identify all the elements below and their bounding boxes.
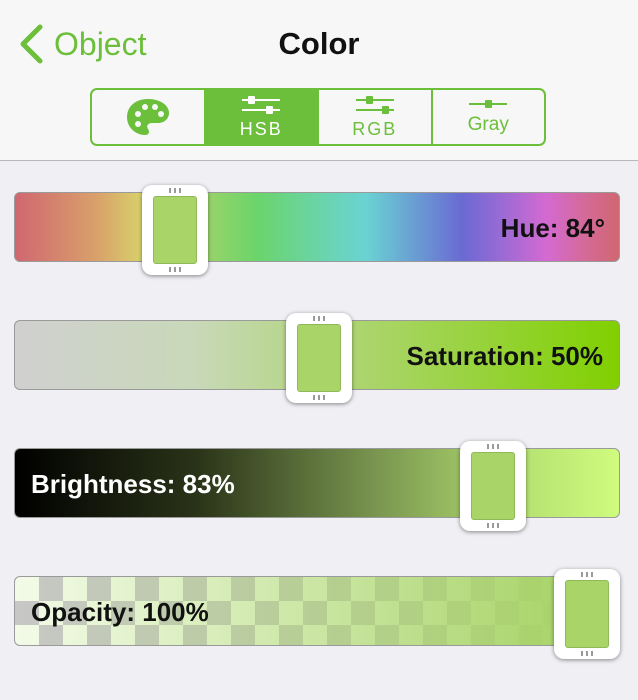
grip-icon	[487, 523, 499, 528]
segment-rgb[interactable]: RGB	[319, 90, 433, 144]
segment-palette[interactable]	[92, 90, 206, 144]
hue-slider[interactable]: Hue: 84°	[14, 192, 620, 262]
segment-hsb-label: HSB	[239, 118, 283, 139]
color-swatch	[153, 196, 197, 264]
page-title: Color	[278, 26, 360, 61]
grip-icon	[487, 444, 499, 449]
segment-rgb-label: RGB	[352, 118, 398, 139]
navigation-bar: Object Color HSB RGB Gray	[0, 0, 638, 161]
opacity-label: Opacity: 100%	[31, 597, 209, 627]
segment-hsb[interactable]: HSB	[205, 90, 319, 144]
color-swatch	[471, 452, 515, 520]
opacity-slider[interactable]: Opacity: 100%	[14, 576, 620, 646]
palette-icon	[126, 99, 169, 135]
color-swatch	[297, 324, 341, 392]
segment-gray[interactable]: Gray	[433, 90, 545, 144]
hue-slider-thumb[interactable]	[142, 185, 208, 275]
gray-slider-icon	[469, 100, 508, 108]
color-mode-segmented-control: HSB RGB Gray	[90, 88, 546, 146]
saturation-label: Saturation: 50%	[406, 341, 604, 371]
brightness-slider-thumb[interactable]	[460, 441, 526, 531]
grip-icon	[169, 267, 181, 272]
grip-icon	[313, 395, 325, 400]
grip-icon	[169, 188, 181, 193]
brightness-label: Brightness: 83%	[31, 469, 235, 499]
rgb-sliders-icon	[355, 95, 394, 114]
hsb-sliders-icon	[242, 95, 281, 114]
grip-icon	[581, 651, 593, 656]
grip-icon	[581, 572, 593, 577]
segment-gray-label: Gray	[467, 114, 509, 135]
color-swatch	[565, 580, 609, 648]
opacity-slider-thumb[interactable]	[554, 569, 620, 659]
hue-label: Hue: 84°	[500, 213, 605, 243]
grip-icon	[313, 316, 325, 321]
saturation-slider-thumb[interactable]	[286, 313, 352, 403]
brightness-slider[interactable]: Brightness: 83%	[14, 448, 620, 518]
